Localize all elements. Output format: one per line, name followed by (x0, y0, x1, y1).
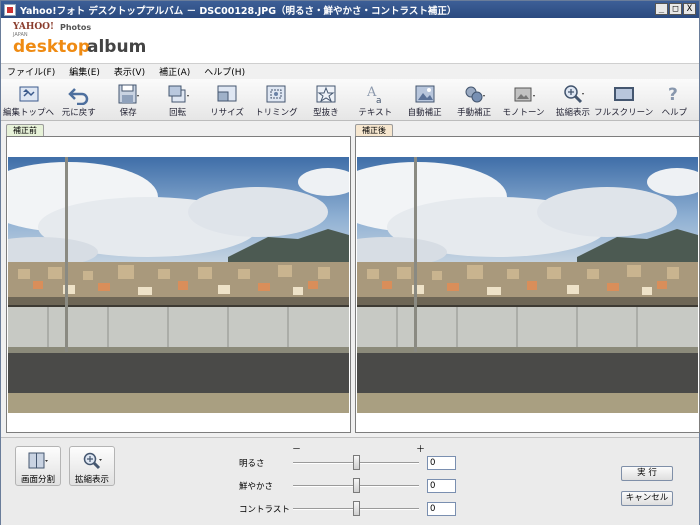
fullscreen-button[interactable]: フルスクリーン (594, 79, 653, 121)
monotone-button[interactable]: モノトーン (499, 79, 548, 121)
zoom-button[interactable]: 拡縮表示 (548, 79, 597, 121)
window-controls: _ □ X (655, 3, 696, 15)
after-photo (357, 157, 698, 413)
cutout-button[interactable]: 型抜き (301, 79, 350, 121)
cancel-button[interactable]: キャンセル (621, 491, 673, 506)
saturation-slider[interactable] (293, 478, 419, 493)
before-panel (6, 136, 351, 433)
brightness-label: 明るさ (239, 459, 265, 469)
contrast-value-input[interactable]: 0 (427, 502, 456, 516)
menu-view[interactable]: 表示(V) (114, 65, 145, 78)
saturation-label: 鮮やかさ (239, 482, 274, 492)
app-icon (4, 3, 16, 16)
manual-correct-icon (462, 83, 486, 105)
monotone-icon (512, 83, 536, 105)
undo-icon (67, 83, 91, 106)
resize-icon (215, 83, 239, 105)
edit-top-icon (17, 83, 41, 105)
split-view-button[interactable]: 画面分割 (15, 446, 61, 486)
saturation-value-input[interactable]: 0 (427, 479, 456, 493)
fullscreen-icon (612, 83, 636, 105)
undo-button[interactable]: 元に戻す (54, 79, 103, 121)
zoom-display-button[interactable]: 拡縮表示 (69, 446, 115, 486)
edit-top-button[interactable]: 編集トップへ (3, 79, 54, 121)
logo-yahoo: YAHOO! (13, 22, 54, 32)
rotate-button[interactable]: 回転 (153, 79, 202, 121)
logo-area: YAHOO! Photos JAPAN desktop album (1, 18, 699, 63)
tab-before: 補正前 (6, 124, 44, 136)
contrast-slider[interactable] (293, 501, 419, 516)
crop-icon (264, 83, 288, 105)
slider-min-label: － (292, 445, 302, 455)
logo-album: album (87, 37, 147, 57)
brightness-slider[interactable] (293, 455, 419, 470)
save-icon (116, 83, 140, 105)
help-button[interactable]: ? ヘルプ (650, 79, 699, 121)
svg-text:?: ? (668, 85, 678, 105)
window-title: Yahoo!フォト デスクトップアルバム － DSC00128.JPG（明るさ・… (20, 5, 457, 17)
menu-edit[interactable]: 編集(E) (69, 65, 100, 78)
help-icon: ? (662, 83, 686, 105)
logo-photos: Photos (60, 23, 92, 32)
manual-correct-button[interactable]: 手動補正 (449, 79, 498, 121)
brightness-slider-thumb[interactable] (353, 455, 360, 470)
minimize-button[interactable]: _ (655, 3, 668, 15)
crop-button[interactable]: トリミング (252, 79, 301, 121)
rotate-icon (166, 83, 190, 105)
split-view-icon (27, 451, 49, 471)
title-bar: Yahoo!フォト デスクトップアルバム － DSC00128.JPG（明るさ・… (1, 1, 699, 18)
adjust-panel: 画面分割 拡縮表示 － ＋ 明るさ 0 鮮やかさ 0 コントラスト 0 実 行 … (1, 437, 699, 525)
menu-bar: ファイル(F) 編集(E) 表示(V) 補正(A) ヘルプ(H) (1, 63, 699, 79)
cutout-icon (314, 83, 338, 105)
zoom-display-icon (81, 451, 103, 471)
zoom-icon (561, 83, 585, 105)
toolbar: 編集トップへ 元に戻す 保存 回転 リサイズ トリミング 型抜き Aa テキスト (1, 79, 699, 121)
run-button[interactable]: 実 行 (621, 466, 673, 481)
contrast-slider-thumb[interactable] (353, 501, 360, 516)
after-panel (355, 136, 700, 433)
auto-correct-button[interactable]: 自動補正 (400, 79, 449, 121)
svg-text:a: a (376, 96, 382, 105)
close-button[interactable]: X (683, 3, 696, 15)
app-window: Yahoo!フォト デスクトップアルバム － DSC00128.JPG（明るさ・… (0, 0, 700, 525)
brightness-value-input[interactable]: 0 (427, 456, 456, 470)
resize-button[interactable]: リサイズ (202, 79, 251, 121)
text-button[interactable]: Aa テキスト (351, 79, 400, 121)
slider-max-label: ＋ (416, 445, 426, 455)
maximize-button[interactable]: □ (669, 3, 682, 15)
logo-desktop: desktop (13, 37, 91, 57)
saturation-slider-thumb[interactable] (353, 478, 360, 493)
save-button[interactable]: 保存 (103, 79, 152, 121)
tab-after: 補正後 (355, 124, 393, 136)
contrast-label: コントラスト (239, 505, 290, 515)
auto-correct-icon (413, 83, 437, 105)
menu-correct[interactable]: 補正(A) (159, 65, 190, 78)
text-icon: Aa (363, 83, 387, 106)
menu-help[interactable]: ヘルプ(H) (204, 65, 245, 78)
before-photo (8, 157, 349, 413)
menu-file[interactable]: ファイル(F) (7, 65, 55, 78)
